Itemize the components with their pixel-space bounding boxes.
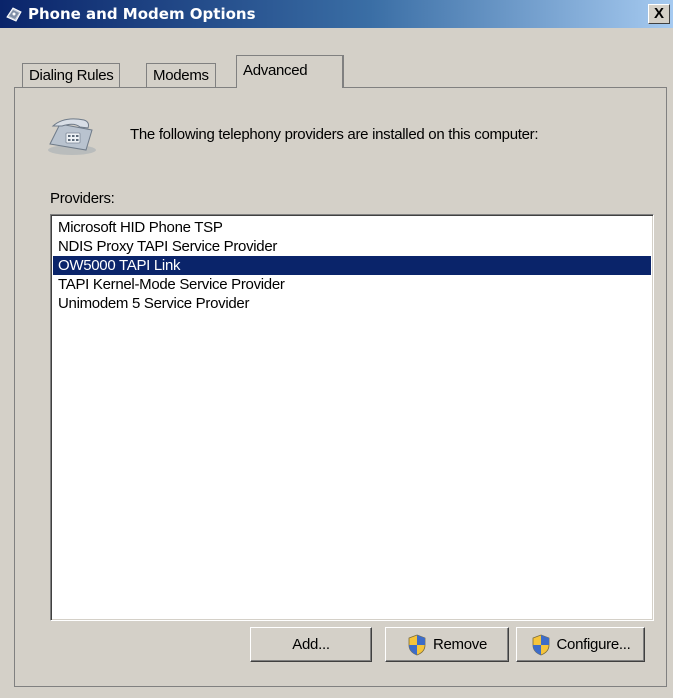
list-item[interactable]: Unimodem 5 Service Provider: [53, 294, 651, 313]
uac-shield-icon: [408, 634, 426, 655]
add-button-label: Add...: [292, 636, 330, 653]
phone-modem-options-window: Phone and Modem Options X Dialing Rules …: [0, 0, 673, 698]
close-button[interactable]: X: [648, 4, 670, 24]
providers-description: The following telephony providers are in…: [130, 126, 539, 143]
add-button[interactable]: Add...: [250, 627, 372, 662]
tab-modems[interactable]: Modems: [146, 63, 216, 87]
remove-button-label: Remove: [432, 636, 488, 653]
title-bar[interactable]: Phone and Modem Options X: [0, 0, 673, 28]
window-title: Phone and Modem Options: [28, 5, 256, 23]
tab-advanced[interactable]: Advanced: [236, 55, 344, 88]
list-item[interactable]: TAPI Kernel-Mode Service Provider: [53, 275, 651, 294]
uac-shield-icon: [532, 634, 549, 655]
telephone-icon: [48, 118, 96, 155]
providers-list[interactable]: Microsoft HID Phone TSP NDIS Proxy TAPI …: [50, 214, 654, 621]
list-item[interactable]: Microsoft HID Phone TSP: [53, 218, 651, 237]
list-item-selected[interactable]: OW5000 TAPI Link: [53, 256, 651, 275]
tab-dialing-rules[interactable]: Dialing Rules: [22, 63, 121, 87]
phone-modem-icon: [6, 7, 22, 22]
configure-button-label: Configure...: [556, 636, 631, 653]
list-item[interactable]: NDIS Proxy TAPI Service Provider: [53, 237, 651, 256]
providers-label: Providers:: [50, 190, 115, 207]
configure-button[interactable]: Configure...: [516, 627, 645, 662]
remove-button[interactable]: Remove: [385, 627, 509, 662]
